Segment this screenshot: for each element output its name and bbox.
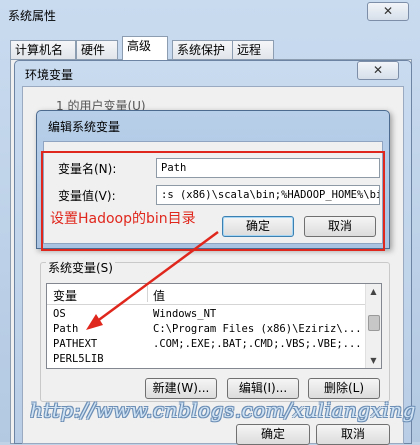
tab-system-protection[interactable]: 系统保护 <box>172 40 238 59</box>
row-variable: PATHEXT <box>53 338 98 350</box>
column-header-variable[interactable]: 变量 <box>53 287 77 304</box>
row-value: Windows_NT <box>153 308 217 320</box>
row-value: .COM;.EXE;.BAT;.CMD;.VBS;.VBE;... <box>153 338 362 350</box>
system-properties-tabs: 计算机名 硬件 高级 系统保护 远程 <box>10 36 410 60</box>
annotation-text: 设置Hadoop的bin目录 <box>50 211 196 227</box>
list-header: 变量 值 <box>47 284 365 305</box>
scroll-down-icon[interactable]: ▼ <box>366 353 381 368</box>
row-value: C:\Program Files (x86)\Eziriz\... <box>153 323 362 335</box>
edit-system-variable-title: 编辑系统变量 <box>48 120 121 134</box>
table-row[interactable]: PATHEXT .COM;.EXE;.BAT;.CMD;.VBS;.VBE;..… <box>47 338 365 353</box>
system-variables-label: 系统变量(S) <box>46 259 115 276</box>
column-divider <box>147 286 148 302</box>
edit-variable-button[interactable]: 编辑(I)... <box>227 378 299 399</box>
list-scrollbar[interactable]: ▲ ▼ <box>365 284 381 368</box>
tab-hardware[interactable]: 硬件 <box>76 40 118 59</box>
row-variable: OS <box>53 308 66 320</box>
scroll-up-icon[interactable]: ▲ <box>366 284 381 299</box>
delete-variable-button[interactable]: 删除(L) <box>308 378 380 399</box>
tab-remote[interactable]: 远程 <box>232 40 274 59</box>
environment-variables-title: 环境变量 <box>25 68 74 82</box>
table-row[interactable]: Path C:\Program Files (x86)\Eziriz\... <box>47 323 365 338</box>
scrollbar-thumb[interactable] <box>368 315 380 331</box>
system-variables-list[interactable]: 变量 值 OS Windows_NT Path C:\Program Files… <box>46 283 382 369</box>
table-row[interactable]: PERL5LIB <box>47 353 365 368</box>
system-properties-close-button[interactable]: ✕ <box>367 2 409 21</box>
new-variable-button[interactable]: 新建(W)... <box>145 378 217 399</box>
tab-computer-name[interactable]: 计算机名 <box>10 40 76 59</box>
table-row[interactable]: OS Windows_NT <box>47 308 365 323</box>
watermark-text: http://www.cnblogs.com/xuliangxing <box>30 398 416 422</box>
row-variable: Path <box>53 323 79 335</box>
environment-variables-close-button[interactable]: ✕ <box>357 61 399 80</box>
system-properties-title: 系统属性 <box>8 9 57 23</box>
tab-advanced[interactable]: 高级 <box>122 36 168 60</box>
column-header-value[interactable]: 值 <box>153 287 165 304</box>
row-variable: PERL5LIB <box>53 353 104 365</box>
annotation-highlight-box <box>41 151 385 251</box>
